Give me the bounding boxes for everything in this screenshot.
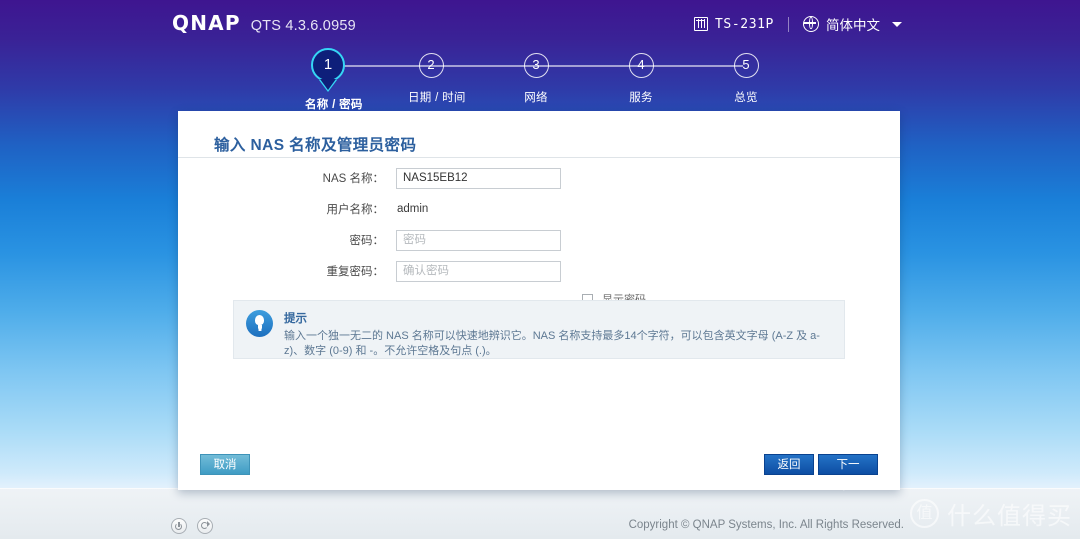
language-selector[interactable]: 简体中文 <box>803 14 902 34</box>
watermark-text: 什么值得买 <box>947 503 1072 530</box>
hint-text: 输入一个独一无二的 NAS 名称可以快速地辨识它。NAS 名称支持最多14个字符… <box>284 330 820 357</box>
confirm-password-row: 重复密码： <box>178 259 900 283</box>
password-row: 密码： <box>178 228 900 252</box>
password-label: 密码： <box>349 235 385 247</box>
brand-area: QNAP QTS 4.3.6.0959 <box>172 12 356 34</box>
setup-form: NAS 名称： 用户名称： admin 密码： 重复密码： 显示密码 <box>178 166 900 307</box>
nas-name-input[interactable] <box>396 167 561 189</box>
header-right-group: TS-231P 简体中文 <box>694 13 902 35</box>
username-value: admin <box>397 203 429 215</box>
nas-name-label: NAS 名称： <box>322 173 384 185</box>
firmware-version: QTS 4.3.6.0959 <box>250 18 356 34</box>
step-3-label: 网络 <box>524 92 548 104</box>
system-actions <box>171 518 213 534</box>
password-input[interactable] <box>396 229 561 251</box>
confirm-password-input[interactable] <box>396 260 561 282</box>
step-4-services[interactable]: 4 服务 <box>618 48 664 105</box>
qnap-logo: QNAP <box>172 11 241 35</box>
back-button[interactable]: 返回 <box>764 454 814 475</box>
header-divider <box>788 16 789 32</box>
next-button[interactable]: 下一步 <box>818 454 878 492</box>
step-4-label: 服务 <box>629 92 653 104</box>
step-1-number: 1 <box>323 56 333 73</box>
step-2-number: 2 <box>418 53 444 78</box>
globe-icon <box>803 16 819 32</box>
app-header: QNAP QTS 4.3.6.0959 TS-231P 简体中文 <box>0 0 1080 47</box>
copyright-text: Copyright © QNAP Systems, Inc. All Right… <box>628 519 904 531</box>
device-model-label: TS-231P <box>715 16 774 32</box>
hint-box: 提示 输入一个独一无二的 NAS 名称可以快速地辨识它。NAS 名称支持最多14… <box>233 300 845 359</box>
title-divider <box>178 157 900 158</box>
username-label: 用户名称： <box>326 204 385 216</box>
step-4-number: 4 <box>628 53 654 78</box>
step-5-number: 5 <box>733 53 759 78</box>
nas-device-icon <box>694 17 708 31</box>
hint-body: 提示 输入一个独一无二的 NAS 名称可以快速地辨识它。NAS 名称支持最多14… <box>284 310 840 357</box>
step-2-label: 日期 / 时间 <box>408 92 466 104</box>
step-1-name-password[interactable]: 1 名称 / 密码 <box>305 48 363 112</box>
username-row: 用户名称： admin <box>178 197 900 221</box>
device-indicator: TS-231P <box>694 17 774 32</box>
lightbulb-icon <box>246 310 273 337</box>
step-5-summary[interactable]: 5 总览 <box>723 48 769 105</box>
hint-title: 提示 <box>284 313 307 325</box>
restart-icon[interactable] <box>197 518 213 534</box>
cancel-button[interactable]: 取消 <box>200 454 250 475</box>
site-watermark: 值 什么值得买 <box>910 496 1072 531</box>
step-1-label: 名称 / 密码 <box>305 99 363 111</box>
page-title: 输入 NAS 名称及管理员密码 <box>214 137 417 154</box>
power-icon[interactable] <box>171 518 187 534</box>
setup-stepper: 1 名称 / 密码 2 日期 / 时间 3 网络 4 服务 5 总览 <box>305 48 765 111</box>
setup-wizard-card: 输入 NAS 名称及管理员密码 NAS 名称： 用户名称： admin 密码： … <box>178 111 900 492</box>
nas-name-row: NAS 名称： <box>178 166 900 190</box>
confirm-password-label: 重复密码： <box>326 266 385 278</box>
watermark-logo: 值 <box>910 499 939 528</box>
step-3-network[interactable]: 3 网络 <box>513 48 559 105</box>
step-2-date-time[interactable]: 2 日期 / 时间 <box>408 48 466 105</box>
chevron-down-icon[interactable] <box>892 21 902 27</box>
step-3-number: 3 <box>523 53 549 78</box>
step-5-label: 总览 <box>734 92 758 104</box>
language-label: 简体中文 <box>826 18 880 33</box>
